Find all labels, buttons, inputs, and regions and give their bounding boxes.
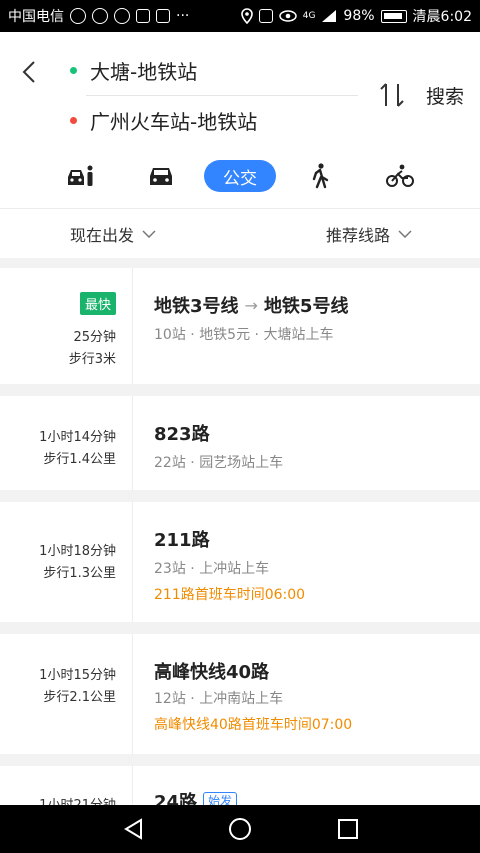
stop-count: 12站 xyxy=(154,691,186,707)
destination-field[interactable]: 广州火车站-地铁站 xyxy=(70,106,257,135)
origin-stop-tag: 始发 xyxy=(203,792,238,805)
fastest-badge: 最快 xyxy=(79,292,116,315)
signal-icon xyxy=(322,10,337,22)
line-name: 24路 xyxy=(154,792,198,805)
route-duration: 1小时14分钟 xyxy=(39,430,116,445)
divider xyxy=(86,95,358,96)
swap-button[interactable] xyxy=(378,80,406,110)
departure-label: 现在出发 xyxy=(70,226,135,245)
line-name: 211路 xyxy=(154,530,210,551)
route-walk-distance: 步行1.4公里 xyxy=(43,452,116,467)
status-bar: 中国电信 ··· 4G 98% 清晨6:02 xyxy=(0,0,480,32)
recents-square-icon[interactable] xyxy=(336,817,360,841)
line-name: 高峰快线40路 xyxy=(154,662,270,683)
destination-text: 广州火车站-地铁站 xyxy=(90,110,258,134)
battery-icon xyxy=(380,9,407,23)
tab-bike[interactable] xyxy=(386,156,414,196)
route-walk-distance: 步行2.1公里 xyxy=(43,690,116,705)
route-summary: 1小时14分钟 步行1.4公里 xyxy=(0,396,133,490)
route-lines: 24路 始发 xyxy=(154,788,238,805)
route-lines: 地铁3号线 → 地铁5号线 xyxy=(154,292,348,318)
back-triangle-icon[interactable] xyxy=(122,817,146,841)
car-icon xyxy=(150,168,172,185)
notification-icon xyxy=(156,9,170,23)
swap-icon xyxy=(380,83,404,107)
boarding-stop: 大塘站上车 xyxy=(263,327,334,343)
more-notifications: ··· xyxy=(176,8,190,24)
location-icon xyxy=(240,8,253,24)
route-walk-distance: 步行3米 xyxy=(68,352,116,367)
route-duration: 1小时15分钟 xyxy=(39,668,116,683)
origin-field[interactable]: 大塘-地铁站 xyxy=(70,56,197,85)
taxi-icon xyxy=(68,165,93,186)
home-circle-icon[interactable] xyxy=(228,817,252,841)
preference-label: 推荐线路 xyxy=(326,226,391,245)
network-type: 4G xyxy=(302,11,316,21)
route-duration: 25分钟 xyxy=(73,330,116,345)
route-duration: 1小时18分钟 xyxy=(39,544,116,559)
battery-percent: 98% xyxy=(343,8,375,24)
nfc-icon xyxy=(258,9,273,23)
chevron-left-icon xyxy=(22,61,35,83)
route-card[interactable]: 1小时15分钟 步行2.1公里 高峰快线40路 12站 · 上冲南站上车 高峰快… xyxy=(0,634,480,754)
route-lines: 823路 xyxy=(154,420,210,446)
route-details: 22站 · 园艺场站上车 xyxy=(154,455,284,471)
walk-icon xyxy=(312,163,329,189)
route-lines: 211路 xyxy=(154,526,210,552)
destination-dot xyxy=(70,117,77,124)
bike-icon xyxy=(386,164,414,187)
line-name: 823路 xyxy=(154,424,210,445)
origin-dot xyxy=(70,67,77,74)
clock: 清晨6:02 xyxy=(412,9,472,25)
stop-count: 10站 xyxy=(154,327,186,343)
route-summary: 1小时15分钟 步行2.1公里 xyxy=(0,634,133,754)
carrier-label: 中国电信 xyxy=(8,9,64,25)
route-walk-distance: 步行1.3公里 xyxy=(43,566,116,581)
route-duration: 1小时21分钟 xyxy=(39,794,116,805)
route-card[interactable]: 1小时18分钟 步行1.3公里 211路 23站 · 上冲站上车 211路首班车… xyxy=(0,502,480,622)
transport-mode-tabs: 公交 xyxy=(0,156,480,196)
route-card[interactable]: 1小时21分钟 24路 始发 xyxy=(0,766,480,805)
tab-car[interactable] xyxy=(146,156,176,196)
stop-count: 22站 xyxy=(154,455,186,471)
chevron-down-icon xyxy=(398,230,412,238)
fare: 地铁5元 xyxy=(199,327,251,343)
transfer-arrow-icon: → xyxy=(244,295,258,315)
route-summary: 最快 25分钟 步行3米 xyxy=(0,268,133,384)
first-bus-notice: 高峰快线40路首班车时间07:00 xyxy=(154,717,353,733)
system-nav-bar xyxy=(0,805,480,853)
boarding-stop: 园艺场站上车 xyxy=(199,455,284,471)
tab-taxi[interactable] xyxy=(64,156,98,196)
boarding-stop: 上冲站上车 xyxy=(199,561,270,577)
departure-time-dropdown[interactable]: 现在出发 xyxy=(70,209,156,259)
line-name: 地铁5号线 xyxy=(263,296,349,317)
first-bus-notice: 211路首班车时间06:00 xyxy=(154,587,306,603)
boarding-stop: 上冲南站上车 xyxy=(199,691,284,707)
line-name: 地铁3号线 xyxy=(154,296,239,317)
stop-count: 23站 xyxy=(154,561,186,577)
origin-text: 大塘-地铁站 xyxy=(90,60,198,84)
notification-icon xyxy=(114,8,130,24)
eye-icon xyxy=(278,10,297,22)
route-header: 大塘-地铁站 广州火车站-地铁站 搜索 公交 xyxy=(0,32,480,208)
chevron-down-icon xyxy=(142,230,156,238)
route-options-bar: 现在出发 推荐线路 xyxy=(0,208,480,258)
route-summary: 1小时18分钟 步行1.3公里 xyxy=(0,502,133,622)
route-details: 10站 · 地铁5元 · 大塘站上车 xyxy=(154,327,334,343)
tab-bus[interactable]: 公交 xyxy=(204,160,276,192)
route-preference-dropdown[interactable]: 推荐线路 xyxy=(326,209,412,259)
route-card[interactable]: 1小时14分钟 步行1.4公里 823路 22站 · 园艺场站上车 xyxy=(0,396,480,490)
notification-icon xyxy=(136,9,150,23)
tab-walk[interactable] xyxy=(308,156,332,196)
notification-icon xyxy=(92,8,108,24)
route-details: 12站 · 上冲南站上车 xyxy=(154,691,284,707)
route-card[interactable]: 最快 25分钟 步行3米 地铁3号线 → 地铁5号线 10站 · 地铁5元 · … xyxy=(0,268,480,384)
search-button[interactable]: 搜索 xyxy=(426,82,464,109)
route-lines: 高峰快线40路 xyxy=(154,658,269,684)
route-summary: 1小时21分钟 xyxy=(0,766,133,805)
route-details: 23站 · 上冲站上车 xyxy=(154,561,270,577)
back-button[interactable] xyxy=(14,54,44,90)
notification-icon xyxy=(70,8,86,24)
